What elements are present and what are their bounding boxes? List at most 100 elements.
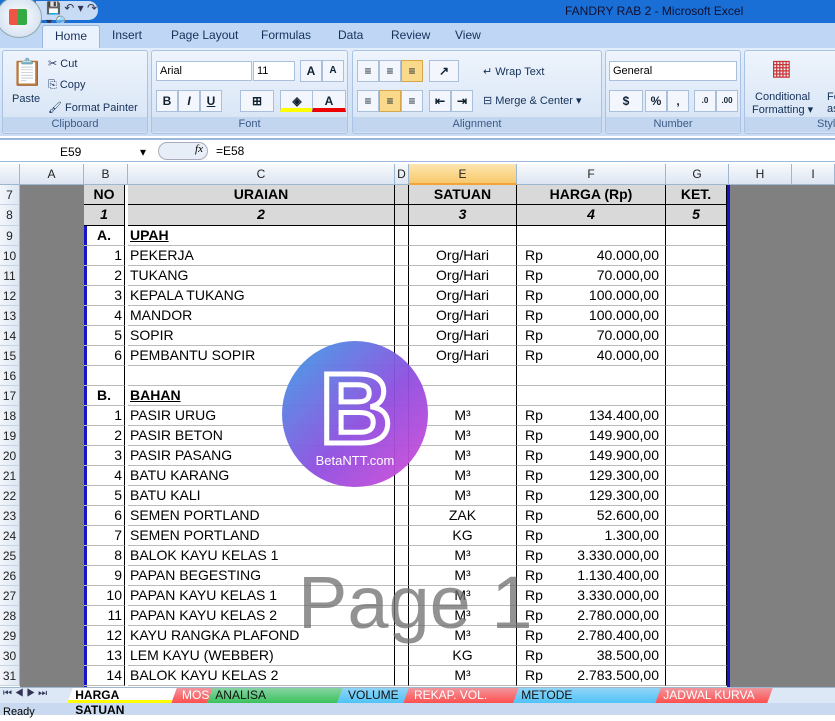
row-harga[interactable]: Rp 52.600,00 (517, 506, 666, 526)
row-harga[interactable]: Rp 100.000,00 (517, 306, 666, 326)
row-satuan[interactable]: Org/Hari (409, 246, 517, 266)
row-satuan[interactable]: KG (409, 646, 517, 666)
row-header-28[interactable]: 28 (0, 606, 20, 626)
column-header-C[interactable]: C (128, 164, 395, 185)
row-ket[interactable] (666, 366, 727, 386)
row-ket[interactable] (666, 486, 727, 506)
column-header-H[interactable]: H (729, 164, 792, 185)
row-uraian[interactable]: LEM KAYU (WEBBER) (128, 646, 395, 666)
align-middle-button[interactable]: ≡ (379, 60, 401, 82)
row-no[interactable]: A. (84, 226, 125, 246)
row-header-15[interactable]: 15 (0, 346, 20, 366)
row-header-13[interactable]: 13 (0, 306, 20, 326)
row-satuan[interactable]: M³ (409, 466, 517, 486)
borders-button[interactable]: ⊞ (240, 90, 274, 112)
row-harga[interactable]: Rp 70.000,00 (517, 266, 666, 286)
font-color-button[interactable]: A (312, 90, 346, 112)
column-header-F[interactable]: F (517, 164, 666, 185)
row-ket[interactable] (666, 506, 727, 526)
tab-page-layout[interactable]: Page Layout (171, 28, 238, 42)
shrink-font-button[interactable]: A (322, 60, 344, 82)
row-header-20[interactable]: 20 (0, 446, 20, 466)
row-no[interactable]: 4 (84, 466, 125, 486)
sheet-tab-analisa-angkutan[interactable]: ANALISA ANGKUTAN (207, 688, 343, 717)
row-no[interactable]: 8 (84, 546, 125, 566)
number-cell[interactable]: 2 (128, 205, 395, 226)
number-cell[interactable]: 3 (409, 205, 517, 226)
bold-button[interactable]: B (156, 90, 178, 112)
row-d[interactable] (395, 326, 409, 346)
row-header-25[interactable]: 25 (0, 546, 20, 566)
number-cell[interactable]: 5 (666, 205, 727, 226)
comma-button[interactable]: , (667, 90, 689, 112)
row-header-24[interactable]: 24 (0, 526, 20, 546)
row-d[interactable] (395, 286, 409, 306)
number-cell-d[interactable] (395, 205, 409, 226)
row-header-17[interactable]: 17 (0, 386, 20, 406)
format-as-table-button[interactable]: Foas T (827, 91, 835, 115)
tab-insert[interactable]: Insert (112, 28, 142, 42)
row-header-12[interactable]: 12 (0, 286, 20, 306)
row-no[interactable]: 6 (84, 506, 125, 526)
name-box[interactable]: E59 ▾ (0, 142, 155, 162)
column-header-A[interactable]: A (20, 164, 84, 185)
row-harga[interactable]: Rp 3.330.000,00 (517, 546, 666, 566)
number-cell[interactable]: 1 (84, 205, 125, 226)
font-size-select[interactable]: 11 (253, 61, 295, 81)
copy-button[interactable]: ⎘ Copy (48, 79, 86, 92)
row-uraian[interactable]: BALOK KAYU KELAS 2 (128, 666, 395, 686)
underline-button[interactable]: U (200, 90, 222, 112)
italic-button[interactable]: I (178, 90, 200, 112)
row-uraian[interactable]: BATU KALI (128, 486, 395, 506)
row-d[interactable] (395, 306, 409, 326)
row-header-22[interactable]: 22 (0, 486, 20, 506)
row-ket[interactable] (666, 306, 727, 326)
number-cell[interactable]: 4 (517, 205, 666, 226)
row-harga[interactable]: Rp 70.000,00 (517, 326, 666, 346)
row-header-21[interactable]: 21 (0, 466, 20, 486)
row-satuan[interactable]: M³ (409, 666, 517, 686)
row-header-16[interactable]: 16 (0, 366, 20, 386)
row-satuan[interactable] (409, 226, 517, 246)
column-header-G[interactable]: G (666, 164, 729, 185)
row-no[interactable]: 3 (84, 446, 125, 466)
percent-button[interactable]: % (645, 90, 667, 112)
row-harga[interactable] (517, 366, 666, 386)
row-harga[interactable]: Rp 1.300,00 (517, 526, 666, 546)
row-no[interactable]: 13 (84, 646, 125, 666)
increase-decimal-button[interactable]: .0 (694, 90, 716, 112)
row-header-18[interactable]: 18 (0, 406, 20, 426)
header-d[interactable] (395, 185, 409, 205)
row-d[interactable] (395, 666, 409, 686)
sheet-tab-volume[interactable]: VOLUME (337, 688, 409, 703)
sheet-tab-rekap-vol-[interactable]: REKAP. VOL. (403, 688, 519, 703)
sheet-tab-jadwal-kurva-s[interactable]: JADWAL KURVA S (655, 688, 773, 717)
row-ket[interactable] (666, 346, 727, 366)
row-no[interactable]: 3 (84, 286, 125, 306)
row-harga[interactable]: Rp 129.300,00 (517, 466, 666, 486)
row-d[interactable] (395, 226, 409, 246)
row-no[interactable]: 5 (84, 326, 125, 346)
row-uraian[interactable]: PEKERJA (128, 246, 395, 266)
row-ket[interactable] (666, 586, 727, 606)
column-header-E[interactable]: E (409, 164, 517, 185)
row-harga[interactable]: Rp 38.500,00 (517, 646, 666, 666)
row-no[interactable]: 5 (84, 486, 125, 506)
row-ket[interactable] (666, 566, 727, 586)
grow-font-button[interactable]: A (300, 60, 322, 82)
row-header-27[interactable]: 27 (0, 586, 20, 606)
tab-review[interactable]: Review (391, 28, 430, 42)
row-ket[interactable] (666, 466, 727, 486)
function-icon[interactable]: fx (158, 142, 208, 160)
decrease-indent-button[interactable]: ⇤ (429, 90, 451, 112)
row-harga[interactable]: Rp 40.000,00 (517, 246, 666, 266)
font-name-select[interactable]: Arial (156, 61, 252, 81)
row-ket[interactable] (666, 246, 727, 266)
row-ket[interactable] (666, 406, 727, 426)
row-satuan[interactable]: M³ (409, 486, 517, 506)
row-satuan[interactable]: KG (409, 526, 517, 546)
row-d[interactable] (395, 646, 409, 666)
row-no[interactable]: 12 (84, 626, 125, 646)
tab-data[interactable]: Data (338, 28, 363, 42)
row-harga[interactable]: Rp 2.783.500,00 (517, 666, 666, 686)
